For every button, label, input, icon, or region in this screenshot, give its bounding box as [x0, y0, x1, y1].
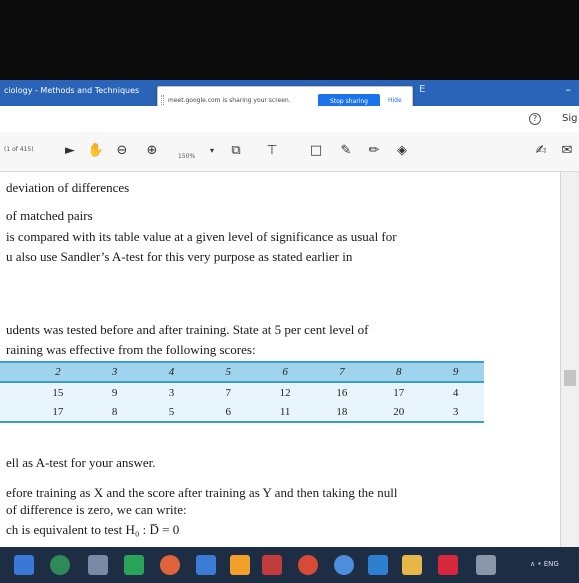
share-message: meet.google.com is sharing your screen.	[168, 97, 291, 104]
table-cell: 8	[86, 402, 144, 423]
table-header-row: 2 3 4 5 6 7 8 9	[0, 361, 484, 383]
doc-line-2: of matched pairs	[6, 208, 93, 223]
stamp-tag-icon[interactable]: ◈	[392, 141, 412, 161]
doc-line-7: ell as A-test for your answer.	[6, 455, 156, 470]
file-explorer-icon[interactable]	[402, 555, 422, 575]
table-header-cell: 5	[199, 361, 257, 383]
hand-tool-icon[interactable]: ✋	[86, 141, 106, 161]
doc-line-4: u also use Sandler’s A-test for this ver…	[6, 249, 353, 264]
black-screen-area	[0, 0, 579, 80]
table-cell: 4	[427, 382, 484, 402]
comment-icon[interactable]: □	[306, 141, 326, 161]
edge-icon[interactable]	[368, 555, 388, 575]
hide-link[interactable]: Hide	[388, 97, 402, 104]
acrobat-icon[interactable]	[438, 555, 458, 575]
table-header-cell: 7	[313, 361, 371, 383]
page-tool-icon[interactable]: ⊤	[262, 141, 282, 161]
app-icon[interactable]	[476, 555, 496, 575]
table-header-cell: 3	[86, 361, 144, 383]
table-header-cell: 9	[427, 361, 484, 383]
table-cell: 16	[313, 382, 371, 402]
system-tray[interactable]: ∧ • ENG	[530, 560, 559, 568]
search-icon[interactable]	[50, 555, 70, 575]
excel-icon[interactable]	[124, 555, 144, 575]
chrome-icon[interactable]	[334, 555, 354, 575]
highlight-pen-icon[interactable]: ✎	[336, 141, 356, 161]
table-cell: 15	[29, 382, 87, 402]
table-cell: 5	[143, 402, 200, 423]
zoom-dropdown-icon[interactable]: ▾	[202, 141, 222, 161]
pdf-toolbar: (1 of 415) ► ✋ ⊖ ⊕ 150% ▾ ⧉ ⊤ □ ✎ ✏ ◈ ✍ …	[0, 132, 579, 172]
table-header-cell: 6	[256, 361, 314, 383]
minimize-button[interactable]: –	[566, 83, 572, 96]
sign-in-link[interactable]: Sig	[562, 113, 577, 124]
table-row: 17 8 5 6 11 18 20 3	[0, 402, 484, 423]
table-header-cell: 4	[143, 361, 200, 383]
draw-icon[interactable]: ✏	[364, 141, 384, 161]
select-cursor-icon[interactable]: ►	[60, 141, 80, 161]
table-cell	[0, 382, 30, 402]
table-cell: 3	[427, 402, 484, 423]
table-cell: 12	[256, 382, 314, 402]
start-button-icon[interactable]	[14, 555, 34, 575]
task-view-icon[interactable]	[88, 555, 108, 575]
doc-line-10: ch is equivalent to test H₀ : D̅ = 0	[6, 522, 180, 537]
windows-taskbar: ∧ • ENG	[0, 547, 579, 583]
window-title: ciology - Methods and Techniques	[4, 86, 140, 95]
fit-page-icon[interactable]: ⧉	[226, 141, 246, 161]
reader-top-row: ? Sig	[0, 106, 579, 132]
table-cell: 11	[256, 402, 314, 423]
table-cell: 9	[86, 382, 144, 402]
table-cell: 3	[143, 382, 200, 402]
firefox-icon[interactable]	[160, 555, 180, 575]
table-cell: 17	[370, 382, 428, 402]
doc-line-9: of difference is zero, we can write:	[6, 502, 187, 517]
vertical-scrollbar[interactable]	[560, 172, 579, 547]
table-header-cell: 2	[29, 361, 87, 383]
zoom-in-icon[interactable]: ⊕	[142, 141, 162, 161]
table-cell: 20	[370, 402, 428, 423]
doc-line-1: deviation of differences	[6, 180, 130, 195]
doc-line-3: is compared with its table value at a gi…	[6, 229, 397, 244]
table-cell	[0, 402, 30, 423]
table-cell: 17	[29, 402, 87, 423]
powerpoint-icon[interactable]	[262, 555, 282, 575]
table-cell: 18	[313, 402, 371, 423]
page-indicator: (1 of 415)	[4, 146, 34, 153]
scrollbar-thumb[interactable]	[564, 370, 576, 386]
fill-sign-icon[interactable]: ✍	[531, 141, 551, 161]
word-icon[interactable]	[196, 555, 216, 575]
table-cell: 6	[199, 402, 257, 423]
title-letter: E	[419, 84, 426, 95]
doc-line-8: efore training as X and the score after …	[6, 485, 398, 500]
table-cell: 7	[199, 382, 257, 402]
doc-line-6: raining was effective from the following…	[6, 342, 256, 357]
email-icon[interactable]: ✉	[557, 141, 577, 161]
zoom-out-icon[interactable]: ⊖	[112, 141, 132, 161]
scores-table: 2 3 4 5 6 7 8 9 15 9 3 7 12 16 17 4 17 8…	[0, 361, 484, 423]
vlc-icon[interactable]	[230, 555, 250, 575]
doc-line-5: udents was tested before and after train…	[6, 322, 369, 337]
table-cell	[0, 361, 30, 383]
help-icon[interactable]: ?	[529, 113, 541, 125]
table-row: 15 9 3 7 12 16 17 4	[0, 382, 484, 402]
pdf-page: deviation of differences of matched pair…	[0, 172, 560, 547]
table-header-cell: 8	[370, 361, 428, 383]
opera-icon[interactable]	[298, 555, 318, 575]
